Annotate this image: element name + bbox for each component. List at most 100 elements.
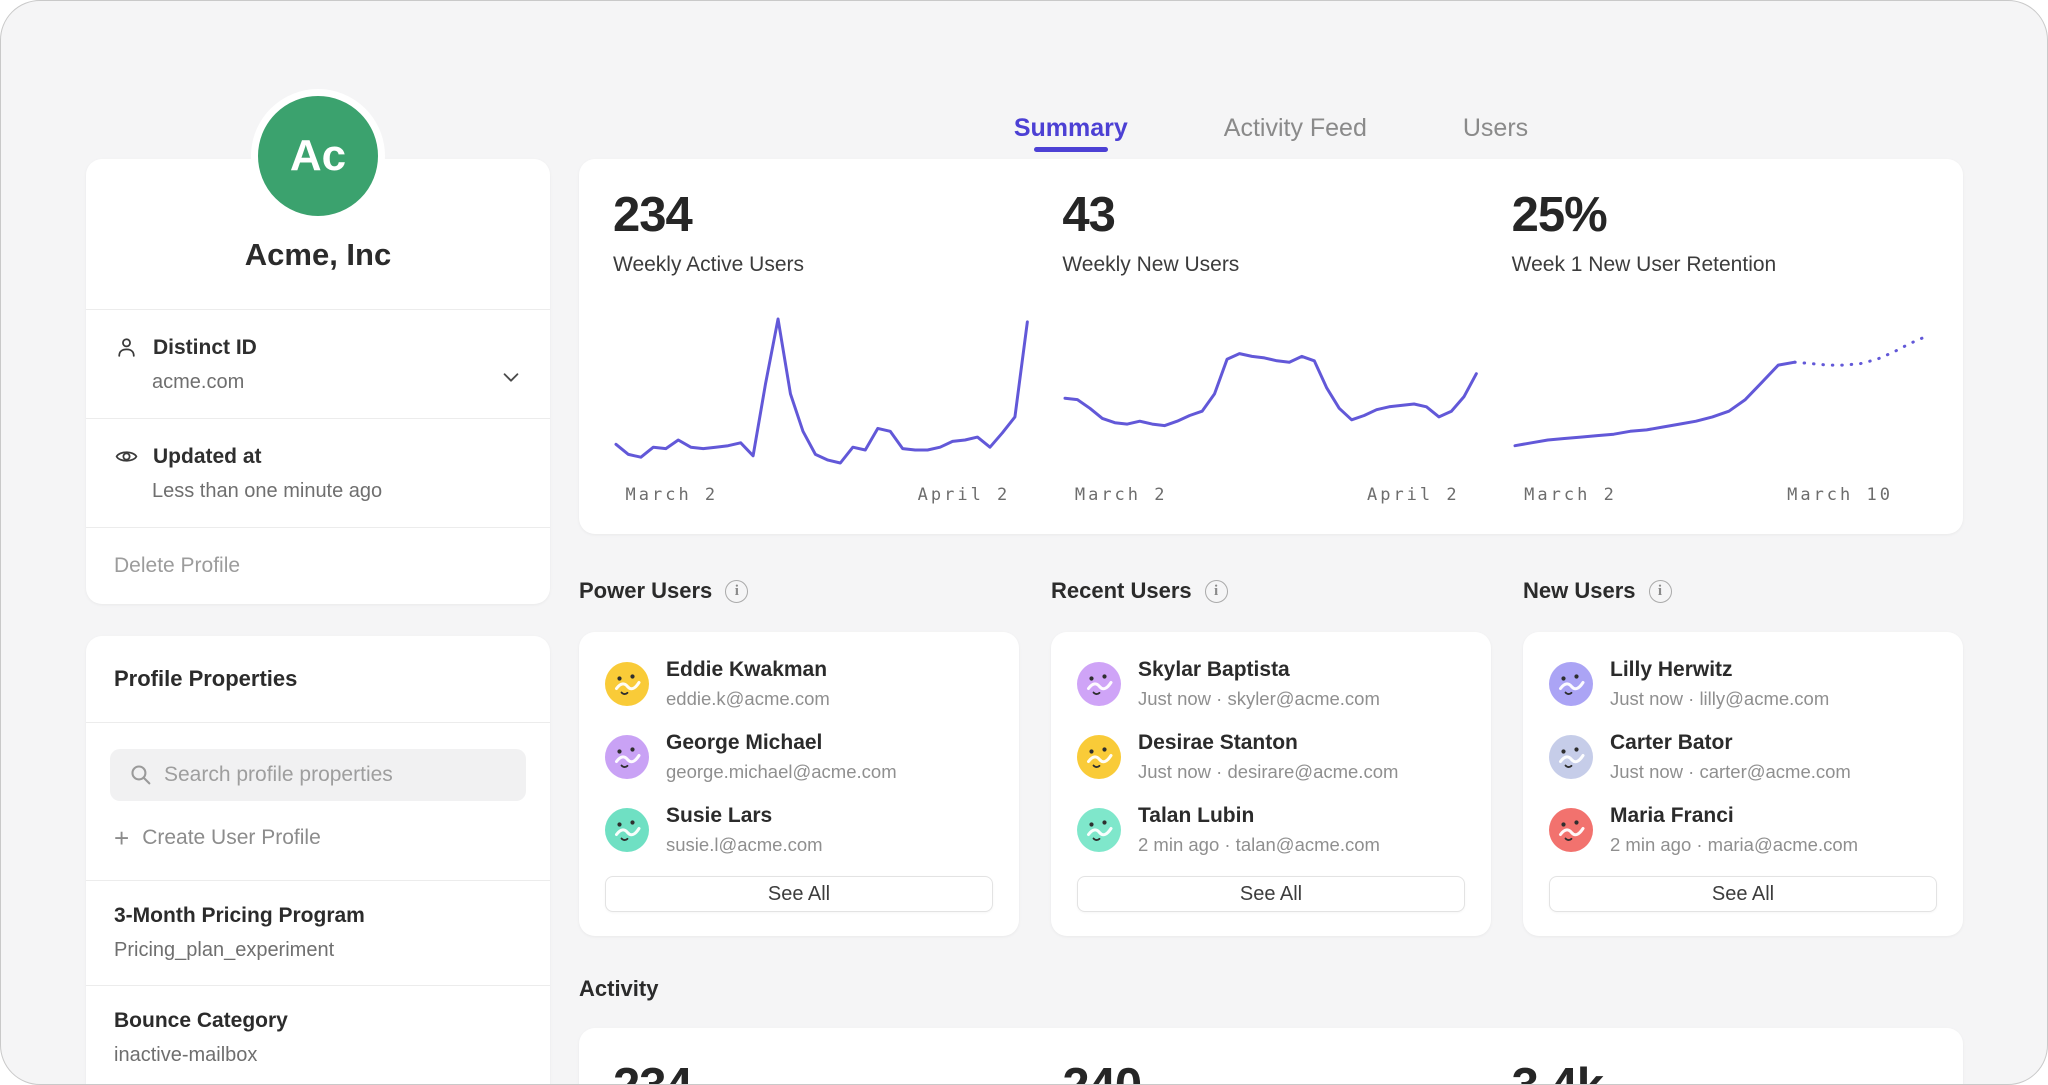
user-avatar-face-icon: [1077, 735, 1121, 779]
user-subtext: Just now · lilly@acme.com: [1610, 688, 1829, 710]
property-label: Bounce Category: [114, 1009, 522, 1033]
distinct-id-label: Distinct ID: [153, 336, 257, 360]
stat-label: Weekly New Users: [1062, 253, 1479, 277]
identity-card: Acme, Inc Distinct ID acme.com: [86, 159, 550, 604]
eye-icon: [114, 444, 139, 469]
user-row[interactable]: Carter Bator Just now · carter@acme.com: [1549, 731, 1937, 783]
weekly-new-users-sparkline: [1062, 311, 1479, 471]
delete-profile-button[interactable]: Delete Profile: [86, 527, 550, 604]
power-users-section: Power Users Eddie Kwakman eddie.k@acme.c…: [579, 576, 1019, 936]
user-name: Susie Lars: [666, 804, 823, 828]
section-title: New Users: [1523, 578, 1636, 604]
profile-properties-card: Profile Properties + Create User Profile…: [86, 636, 550, 1085]
user-subtext: george.michael@acme.com: [666, 761, 897, 783]
x-tick: April 2: [918, 485, 1011, 505]
recent-users-section: Recent Users Skylar Baptista Just now · …: [1051, 576, 1491, 936]
activity-stat-value: 3.4k: [1512, 1058, 1929, 1085]
distinct-id-row: Distinct ID acme.com: [86, 309, 550, 418]
user-avatar-face-icon: [1549, 735, 1593, 779]
create-user-profile-button[interactable]: + Create User Profile: [86, 801, 550, 881]
app-window: Ac Acme, Inc Distinct ID acme.com: [0, 0, 2048, 1085]
user-avatar-face-icon: [1077, 808, 1121, 852]
stat-value: 234: [613, 187, 1030, 243]
new-users-section: New Users Lilly Herwitz Just now · lilly…: [1523, 576, 1963, 936]
retention-sparkline: [1512, 311, 1929, 471]
distinct-id-value: acme.com: [152, 371, 522, 394]
property-label: 3-Month Pricing Program: [114, 904, 522, 928]
x-tick: April 2: [1367, 485, 1460, 505]
company-name: Acme, Inc: [114, 237, 522, 273]
search-profile-properties-input[interactable]: [110, 749, 526, 801]
info-circle-icon[interactable]: [1205, 580, 1228, 603]
retention-stat: 25% Week 1 New User Retention March 2 Ma…: [1512, 187, 1929, 534]
user-row[interactable]: Eddie Kwakman eddie.k@acme.com: [605, 658, 993, 710]
tab-summary[interactable]: Summary: [1014, 114, 1128, 159]
user-list: Lilly Herwitz Just now · lilly@acme.com …: [1549, 658, 1937, 856]
user-row[interactable]: Talan Lubin 2 min ago · talan@acme.com: [1077, 804, 1465, 856]
user-row[interactable]: Lilly Herwitz Just now · lilly@acme.com: [1549, 658, 1937, 710]
user-name: Eddie Kwakman: [666, 658, 830, 682]
see-all-button[interactable]: See All: [1077, 876, 1465, 912]
user-subtext: Just now · skyler@acme.com: [1138, 688, 1380, 710]
create-user-profile-label: Create User Profile: [142, 826, 321, 850]
updated-at-row: Updated at Less than one minute ago: [86, 418, 550, 527]
user-row[interactable]: Susie Lars susie.l@acme.com: [605, 804, 993, 856]
user-subtext: eddie.k@acme.com: [666, 688, 830, 710]
profile-sidebar: Ac Acme, Inc Distinct ID acme.com: [86, 1, 550, 1085]
user-avatar-face-icon: [1077, 662, 1121, 706]
user-subtext: 2 min ago · maria@acme.com: [1610, 834, 1858, 856]
stat-value: 43: [1062, 187, 1479, 243]
user-list: Skylar Baptista Just now · skyler@acme.c…: [1077, 658, 1465, 856]
summary-stats-card: 234 Weekly Active Users March 2 April 2 …: [579, 159, 1963, 534]
plus-icon: +: [114, 828, 129, 848]
company-avatar: Ac: [251, 89, 385, 223]
user-sections: Power Users Eddie Kwakman eddie.k@acme.c…: [579, 576, 1963, 936]
weekly-active-users-sparkline: [613, 311, 1030, 471]
user-subtext: susie.l@acme.com: [666, 834, 823, 856]
user-row[interactable]: Maria Franci 2 min ago · maria@acme.com: [1549, 804, 1937, 856]
see-all-button[interactable]: See All: [605, 876, 993, 912]
new-users-card: Lilly Herwitz Just now · lilly@acme.com …: [1523, 632, 1963, 936]
x-tick: March 10: [1787, 485, 1893, 505]
property-row[interactable]: Bounce Category inactive-mailbox: [86, 986, 550, 1085]
stat-label: Week 1 New User Retention: [1512, 253, 1929, 277]
property-value: inactive-mailbox: [114, 1044, 522, 1067]
user-subtext: 2 min ago · talan@acme.com: [1138, 834, 1380, 856]
tab-activity-feed[interactable]: Activity Feed: [1224, 114, 1367, 159]
property-row[interactable]: 3-Month Pricing Program Pricing_plan_exp…: [86, 881, 550, 986]
user-row[interactable]: Skylar Baptista Just now · skyler@acme.c…: [1077, 658, 1465, 710]
user-avatar-face-icon: [1549, 808, 1593, 852]
x-tick: March 2: [626, 485, 719, 505]
user-avatar-face-icon: [605, 662, 649, 706]
user-name: Lilly Herwitz: [1610, 658, 1829, 682]
stat-value: 25%: [1512, 187, 1929, 243]
profile-properties-title: Profile Properties: [86, 636, 550, 723]
user-list: Eddie Kwakman eddie.k@acme.com George Mi…: [605, 658, 993, 856]
power-users-card: Eddie Kwakman eddie.k@acme.com George Mi…: [579, 632, 1019, 936]
search-icon: [128, 762, 153, 787]
x-tick: March 2: [1075, 485, 1168, 505]
see-all-button[interactable]: See All: [1549, 876, 1937, 912]
activity-stat-value: 234: [613, 1058, 1030, 1085]
section-title: Power Users: [579, 578, 712, 604]
user-avatar-face-icon: [605, 735, 649, 779]
user-name: George Michael: [666, 731, 897, 755]
stat-label: Weekly Active Users: [613, 253, 1030, 277]
user-subtext: Just now · desirare@acme.com: [1138, 761, 1398, 783]
person-icon: [114, 335, 139, 360]
updated-at-label: Updated at: [153, 445, 262, 469]
user-row[interactable]: Desirae Stanton Just now · desirare@acme…: [1077, 731, 1465, 783]
activity-section-title: Activity: [579, 976, 1963, 1002]
user-row[interactable]: George Michael george.michael@acme.com: [605, 731, 993, 783]
info-circle-icon[interactable]: [1649, 580, 1672, 603]
x-tick: March 2: [1524, 485, 1617, 505]
user-avatar-face-icon: [1549, 662, 1593, 706]
section-title: Recent Users: [1051, 578, 1192, 604]
weekly-new-users-stat: 43 Weekly New Users March 2 April 2: [1062, 187, 1479, 534]
info-circle-icon[interactable]: [725, 580, 748, 603]
recent-users-card: Skylar Baptista Just now · skyler@acme.c…: [1051, 632, 1491, 936]
user-name: Skylar Baptista: [1138, 658, 1380, 682]
tab-users[interactable]: Users: [1463, 114, 1528, 159]
chevron-down-icon[interactable]: [500, 366, 522, 388]
user-name: Desirae Stanton: [1138, 731, 1398, 755]
